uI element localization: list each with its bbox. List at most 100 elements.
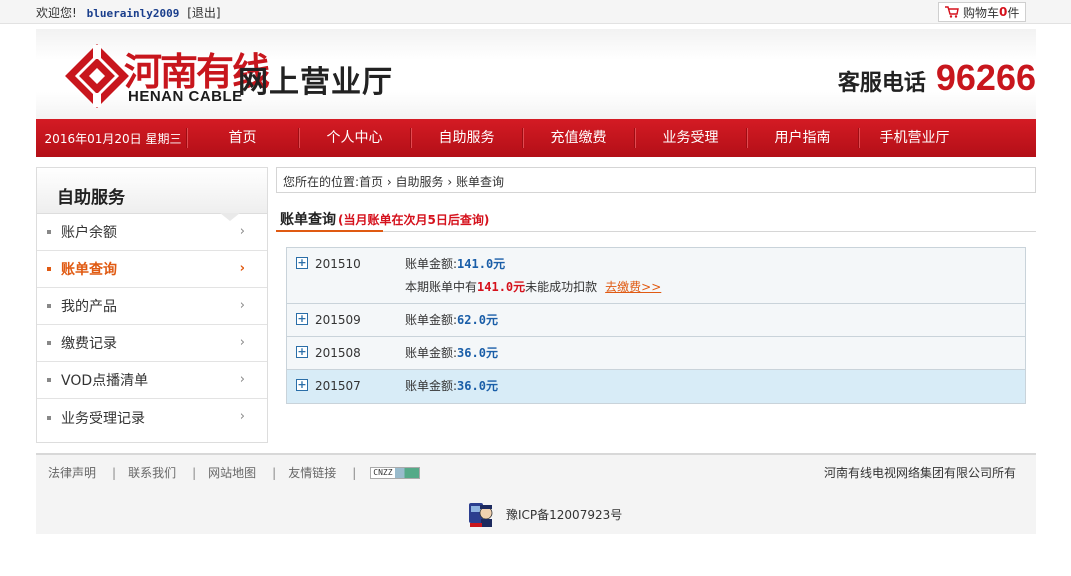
footer-link-legal[interactable]: 法律声明 — [48, 464, 96, 481]
hotline: 客服电话 96266 — [838, 57, 1036, 99]
footer-link-contact[interactable]: 联系我们 — [128, 464, 176, 481]
logo-english: HENAN CABLE — [128, 88, 243, 105]
breadcrumb-self-service[interactable]: 自助服务 — [396, 175, 444, 189]
section-header: 账单查询 (当月账单在次月5日后查询) — [276, 205, 1036, 232]
nav-item-mobile-hall[interactable]: 手机营业厅 — [858, 128, 970, 148]
footer: 法律声明 | 联系我们 | 网站地图 | 友情链接 | CNZZ 河南有线电视网… — [36, 453, 1036, 534]
sidebar-item-label: 业务受理记录 — [61, 410, 145, 427]
sidebar: 自助服务 账户余额 › 账单查询 › 我的产品 › 缴费记录 › VOD点播清单… — [36, 167, 268, 443]
logout-link[interactable]: [退出] — [187, 6, 220, 20]
chevron-right-icon: › — [239, 335, 245, 350]
site-header: 河南有线 HENAN CABLE 网上营业厅 客服电话 96266 — [36, 29, 1036, 119]
expand-icon[interactable]: + — [296, 257, 308, 269]
cart-label: 购物车 — [963, 5, 1000, 20]
cnzz-badge-icon[interactable]: CNZZ — [370, 466, 421, 479]
footer-links: 法律声明 | 联系我们 | 网站地图 | 友情链接 | CNZZ — [48, 464, 421, 481]
nav-item-business[interactable]: 业务受理 — [634, 128, 746, 148]
bullet-icon — [47, 267, 51, 271]
bill-amount-line: 账单金额:36.0元 — [405, 378, 1025, 394]
bill-amount-label: 账单金额: — [405, 379, 458, 393]
breadcrumb: 您所在的位置:首页 › 自助服务 › 账单查询 — [276, 167, 1036, 193]
main-nav: 2016年01月20日 星期三 首页 个人中心 自助服务 充值缴费 业务受理 用… — [36, 119, 1036, 157]
bill-amount: 36.0元 — [457, 346, 498, 360]
sidebar-item-account-balance[interactable]: 账户余额 › — [37, 214, 267, 251]
icp-text: 豫ICP备12007923号 — [506, 507, 623, 522]
bill-month: 201509 — [315, 313, 361, 327]
bullet-icon — [47, 415, 51, 420]
bullet-icon — [47, 378, 51, 382]
sidebar-item-payment-records[interactable]: 缴费记录 › — [37, 325, 267, 362]
sidebar-item-business-records[interactable]: 业务受理记录 › — [37, 399, 267, 436]
chevron-right-icon: › — [239, 298, 245, 313]
unpaid-amount: 141.0元 — [477, 280, 526, 294]
bill-row: + 201508 账单金额:36.0元 — [287, 337, 1025, 370]
bill-amount: 141.0元 — [457, 257, 506, 271]
bill-row: + 201507 账单金额:36.0元 — [287, 370, 1025, 403]
breadcrumb-home[interactable]: 首页 — [359, 175, 383, 189]
sidebar-item-bill-query[interactable]: 账单查询 › — [37, 251, 267, 288]
sidebar-item-label: 账单查询 — [61, 262, 117, 278]
sidebar-item-my-products[interactable]: 我的产品 › — [37, 288, 267, 325]
username[interactable]: bluerainly2009 — [87, 7, 180, 20]
bullet-icon — [47, 341, 51, 345]
section-title-text: 账单查询 — [280, 212, 336, 228]
cart-count: 0 — [999, 5, 1008, 19]
bill-amount-label: 账单金额: — [405, 313, 458, 327]
footer-link-friends[interactable]: 友情链接 — [288, 464, 336, 481]
sidebar-title: 自助服务 — [37, 168, 267, 221]
sidebar-item-vod-list[interactable]: VOD点播清单 › — [37, 362, 267, 399]
expand-icon[interactable]: + — [296, 313, 308, 325]
nav-item-personal-center[interactable]: 个人中心 — [298, 128, 410, 148]
unpaid-notice: 本期账单中有141.0元未能成功扣款 去缴费>> — [405, 279, 1025, 295]
footer-separator: | — [272, 465, 277, 480]
bullet-icon — [47, 304, 51, 308]
bill-amount-label: 账单金额: — [405, 346, 458, 360]
hotline-number: 96266 — [935, 57, 1036, 98]
welcome-label: 欢迎您! — [36, 6, 77, 20]
expand-icon[interactable]: + — [296, 346, 308, 358]
chevron-right-icon: › — [239, 261, 245, 276]
unpaid-suffix: 未能成功扣款 — [525, 280, 598, 294]
cart-button[interactable]: 购物车 0 件 — [938, 2, 1026, 22]
sidebar-item-label: 我的产品 — [61, 299, 117, 315]
bill-month: 201510 — [315, 257, 361, 271]
top-bar: 欢迎您! bluerainly2009 [退出] 购物车 0 件 — [0, 0, 1071, 24]
nav-item-user-guide[interactable]: 用户指南 — [746, 128, 858, 148]
breadcrumb-current: 账单查询 — [456, 175, 505, 189]
bill-month: 201508 — [315, 346, 361, 360]
bill-amount-line: 账单金额:36.0元 — [405, 345, 1025, 361]
footer-separator: | — [192, 465, 197, 480]
expand-icon[interactable]: + — [296, 379, 308, 391]
section-note: (当月账单在次月5日后查询) — [338, 213, 490, 227]
hotline-label: 客服电话 — [837, 71, 926, 96]
nav-item-self-service[interactable]: 自助服务 — [410, 128, 522, 148]
breadcrumb-separator-icon: › — [447, 175, 453, 189]
sidebar-item-label: VOD点播清单 — [61, 373, 149, 389]
cart-icon — [945, 6, 959, 18]
section-title: 账单查询 (当月账单在次月5日后查询) — [280, 209, 489, 229]
section-underline — [276, 230, 383, 232]
icp-record[interactable]: 豫ICP备12007923号 — [466, 499, 622, 529]
breadcrumb-prefix: 您所在的位置: — [283, 175, 360, 189]
unpaid-prefix: 本期账单中有 — [405, 280, 478, 294]
copyright: 河南有线电视网络集团有限公司所有 — [823, 466, 1016, 480]
nav-item-recharge[interactable]: 充值缴费 — [522, 128, 634, 148]
breadcrumb-separator-icon: › — [386, 175, 392, 189]
nav-item-home[interactable]: 首页 — [186, 128, 298, 148]
pay-link[interactable]: 去缴费>> — [605, 280, 661, 294]
bill-month: 201507 — [315, 379, 361, 393]
current-date: 2016年01月20日 星期三 — [44, 131, 182, 146]
bill-list: + 201510 账单金额:141.0元 本期账单中有141.0元未能成功扣款去… — [286, 247, 1026, 404]
sidebar-item-label: 账户余额 — [61, 225, 117, 241]
welcome-text: 欢迎您! bluerainly2009 [退出] — [36, 4, 221, 21]
bill-amount-label: 账单金额: — [405, 257, 458, 271]
footer-separator: | — [352, 465, 357, 480]
bill-row: + 201510 账单金额:141.0元 本期账单中有141.0元未能成功扣款去… — [287, 248, 1025, 304]
logo-icon[interactable] — [64, 43, 130, 109]
footer-link-sitemap[interactable]: 网站地图 — [208, 464, 256, 481]
sidebar-item-label: 缴费记录 — [61, 336, 117, 352]
bullet-icon — [47, 230, 51, 234]
bill-amount: 62.0元 — [457, 313, 498, 327]
police-badge-icon — [469, 503, 493, 527]
chevron-right-icon: › — [239, 372, 245, 387]
